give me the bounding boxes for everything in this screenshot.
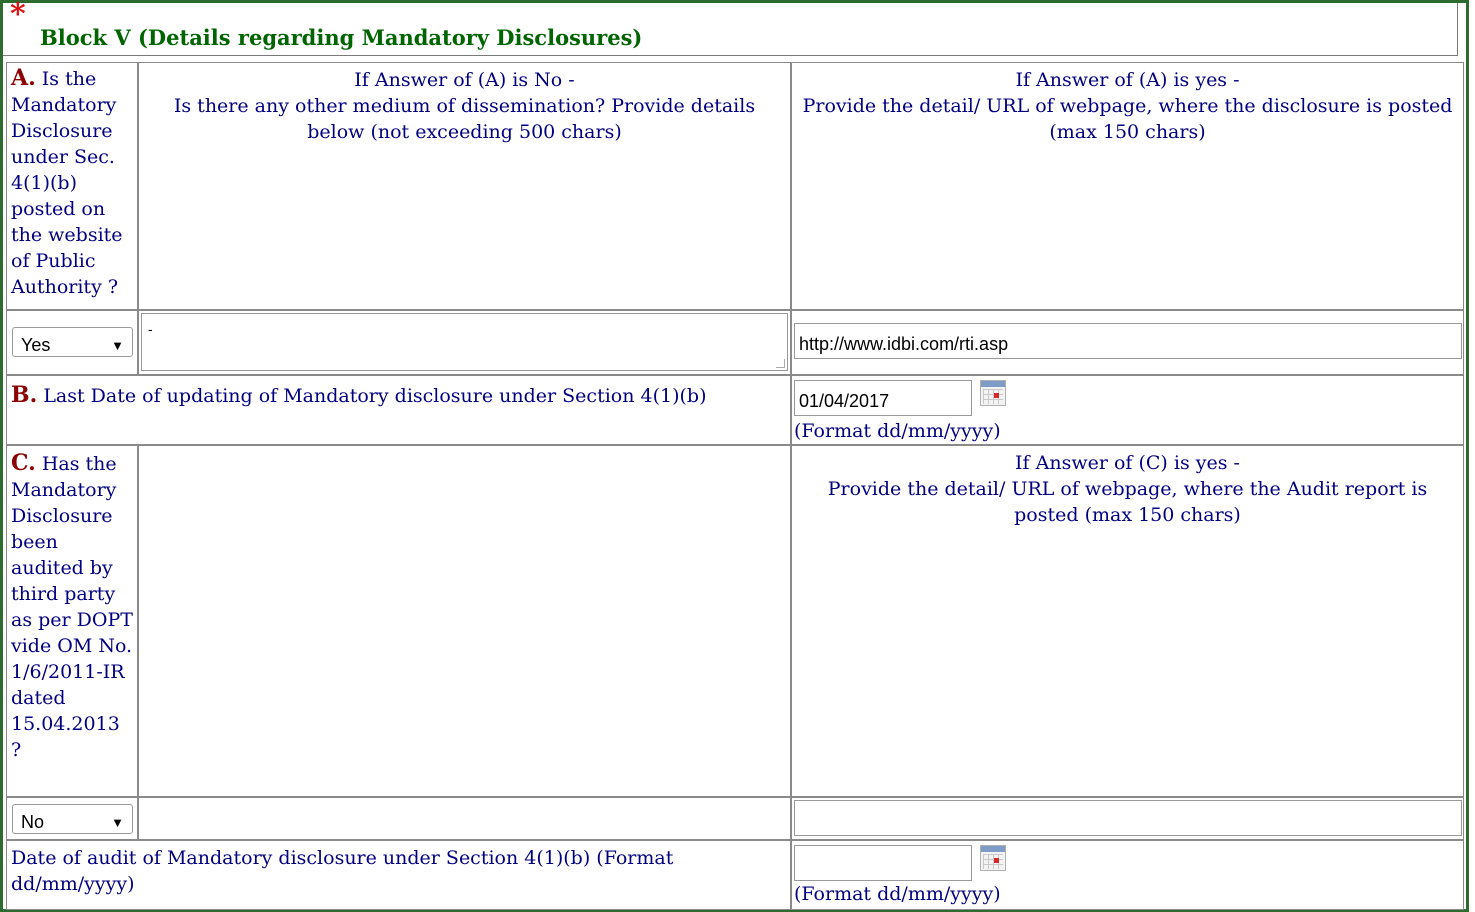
date-b-format: (Format dd/mm/yyyy) <box>794 420 1001 442</box>
textarea-a-cell: - <box>138 310 791 375</box>
calendar-icon[interactable] <box>980 380 1006 406</box>
header-a-no: If Answer of (A) is No - Is there any ot… <box>138 62 791 310</box>
disclosure-posted-select[interactable]: Yes ▼ <box>12 327 133 357</box>
label-b: B. <box>11 382 38 408</box>
audit-date-question-cell: Date of audit of Mandatory disclosure un… <box>6 840 791 910</box>
chevron-down-icon: ▼ <box>111 338 124 353</box>
header-a-no-line1: If Answer of (A) is No - <box>354 69 575 91</box>
question-a-cell: A. Is the Mandatory Disclosure under Sec… <box>6 62 138 310</box>
url-c-cell <box>791 797 1464 840</box>
question-c-cell: C. Has the Mandatory Disclosure been aud… <box>6 445 138 797</box>
audit-date-format: (Format dd/mm/yyyy) <box>794 883 1001 905</box>
block-title-text: Block V (Details regarding Mandatory Dis… <box>40 25 643 50</box>
last-update-date-input[interactable]: 01/04/2017 <box>794 380 972 416</box>
select-c-cell: No ▼ <box>6 797 138 840</box>
header-a-yes: If Answer of (A) is yes - Provide the de… <box>791 62 1464 310</box>
empty-c-cell <box>138 445 791 797</box>
empty-c-input-cell <box>138 797 791 840</box>
header-c-yes: If Answer of (C) is yes - Provide the de… <box>791 445 1464 797</box>
select-a-cell: Yes ▼ <box>6 310 138 375</box>
header-a-yes-line1: If Answer of (A) is yes - <box>1015 69 1240 91</box>
header-c-yes-line1: If Answer of (C) is yes - <box>1015 452 1240 474</box>
label-a: A. <box>11 65 36 91</box>
audited-select[interactable]: No ▼ <box>12 804 133 834</box>
question-c-text: Has the Mandatory Disclosure been audite… <box>11 453 133 761</box>
question-a-text: Is the Mandatory Disclosure under Sec. 4… <box>11 68 123 298</box>
question-b-text: Last Date of updating of Mandatory discl… <box>43 385 707 407</box>
label-c: C. <box>11 450 36 476</box>
disclosure-url-input[interactable]: http://www.idbi.com/rti.asp <box>794 323 1462 359</box>
header-a-no-line2: Is there any other medium of disseminati… <box>173 95 756 143</box>
header-a-yes-line2: Provide the detail/ URL of webpage, wher… <box>802 95 1453 143</box>
audit-date-input[interactable] <box>794 845 972 881</box>
textarea-a-value: - <box>148 321 153 337</box>
question-b-cell: B. Last Date of updating of Mandatory di… <box>6 375 791 445</box>
url-a-cell: http://www.idbi.com/rti.asp <box>791 310 1464 375</box>
header-c-yes-line2: Provide the detail/ URL of webpage, wher… <box>827 478 1428 526</box>
other-medium-textarea[interactable]: - <box>141 313 788 371</box>
chevron-down-icon: ▼ <box>111 815 124 830</box>
select-a-value: Yes <box>21 335 51 355</box>
date-b-cell: 01/04/2017 (Format dd/mm/yyyy) <box>791 375 1464 445</box>
required-star: * <box>10 0 26 32</box>
audit-date-cell: (Format dd/mm/yyyy) <box>791 840 1464 910</box>
select-c-value: No <box>21 812 45 832</box>
audit-date-question-text: Date of audit of Mandatory disclosure un… <box>11 847 674 895</box>
resize-handle-icon[interactable] <box>776 359 785 368</box>
calendar-icon[interactable] <box>980 845 1006 871</box>
audit-url-input[interactable] <box>794 800 1462 836</box>
